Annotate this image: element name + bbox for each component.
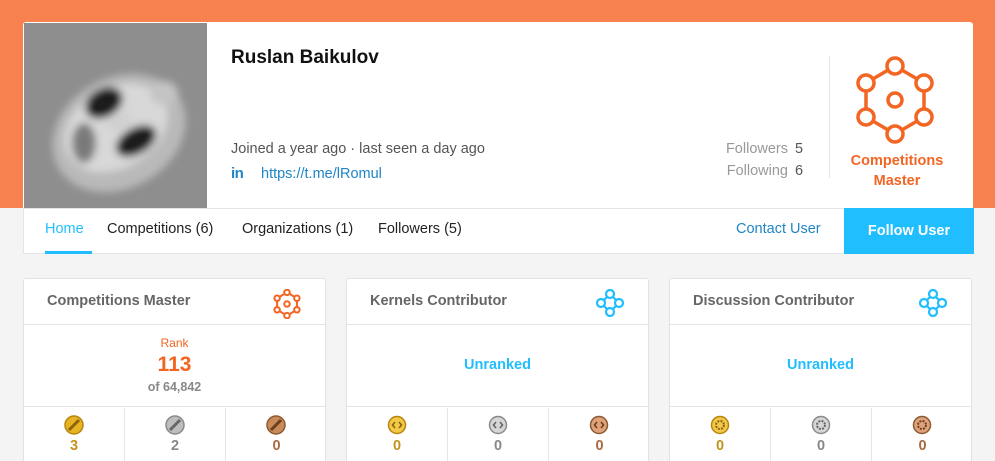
gold-medal-count: 3 [69,438,79,454]
rank-section: Rank 113 of 64,842 [24,326,325,407]
card-header: Discussion Contributor [670,279,971,325]
following-count: 6 [795,163,804,179]
silver-medal-count: 2 [170,438,180,454]
profile-url-link[interactable]: https://t.me/lRomul [261,166,382,182]
contact-user-link[interactable]: Contact User [736,221,821,237]
followers-label: Followers [725,141,788,157]
gold-gear-medal-icon [710,415,730,435]
rank-total: of 64,842 [147,380,202,394]
silver-medal-stat: 0 [448,408,549,461]
gold-medal-stat: 3 [24,408,125,461]
bronze-medal-stat: 0 [226,408,327,461]
gold-medal-count: 0 [392,438,402,454]
rank-value: 113 [157,353,192,376]
joined-status: Joined a year ago · last seen a day ago [231,141,485,157]
tier-label-line1: Competitions [850,153,944,169]
followers-count: 5 [795,141,804,157]
gold-code-medal-icon [387,415,407,435]
silver-medal-count: 0 [493,438,503,454]
rank-label: Rank [160,336,189,350]
tier-label: Competitions Master [838,151,956,191]
silver-medal-count: 0 [816,438,826,454]
discussion-tier-card: Discussion Contributor Unranked 0 0 0 [669,278,972,461]
bronze-code-medal-icon [589,415,609,435]
gold-medal-stat: 0 [670,408,771,461]
gold-medal-icon [64,415,84,435]
tab-competitions[interactable]: Competitions (6) [107,221,213,237]
silver-code-medal-icon [488,415,508,435]
gold-medal-stat: 0 [347,408,448,461]
competitions-master-icon [855,56,935,149]
rank-section: Unranked [670,326,971,407]
profile-name: Ruslan Baikulov [231,47,379,68]
bronze-medal-count: 0 [272,438,281,454]
card-header: Kernels Contributor [347,279,648,325]
card-title: Kernels Contributor [370,293,507,309]
bronze-medal-count: 0 [595,438,604,454]
card-header: Competitions Master [24,279,325,325]
bronze-medal-stat: 0 [872,408,973,461]
card-title: Discussion Contributor [693,293,855,309]
silver-medal-icon [165,415,185,435]
following-label: Following [726,163,788,179]
gold-medal-count: 0 [715,438,725,454]
discussion-tier-icon [918,288,948,322]
header-divider [829,56,830,178]
tier-label-line2: Master [873,173,921,189]
tab-home[interactable]: Home [45,221,84,237]
avatar [24,23,207,208]
silver-gear-medal-icon [811,415,831,435]
silver-medal-stat: 2 [125,408,226,461]
bronze-medal-icon [266,415,286,435]
competitions-tier-card: Competitions Master Rank 113 of 64,842 3… [23,278,326,461]
kernels-tier-card: Kernels Contributor Unranked 0 0 0 [346,278,649,461]
tab-followers[interactable]: Followers (5) [378,221,462,237]
profile-nav: Home Competitions (6) Organizations (1) … [23,208,974,254]
bronze-gear-medal-icon [912,415,932,435]
bronze-medal-count: 0 [918,438,927,454]
unranked-status: Unranked [787,357,854,373]
linkedin-icon[interactable]: in [231,165,244,182]
unranked-status: Unranked [464,357,531,373]
tab-organizations[interactable]: Organizations (1) [242,221,353,237]
rank-section: Unranked [347,326,648,407]
card-title: Competitions Master [47,293,191,309]
competitions-tier-icon [273,288,301,324]
bronze-medal-stat: 0 [549,408,650,461]
active-tab-indicator [45,251,92,254]
kernels-tier-icon [595,288,625,322]
silver-medal-stat: 0 [771,408,872,461]
follow-user-button[interactable]: Follow User [844,208,974,254]
